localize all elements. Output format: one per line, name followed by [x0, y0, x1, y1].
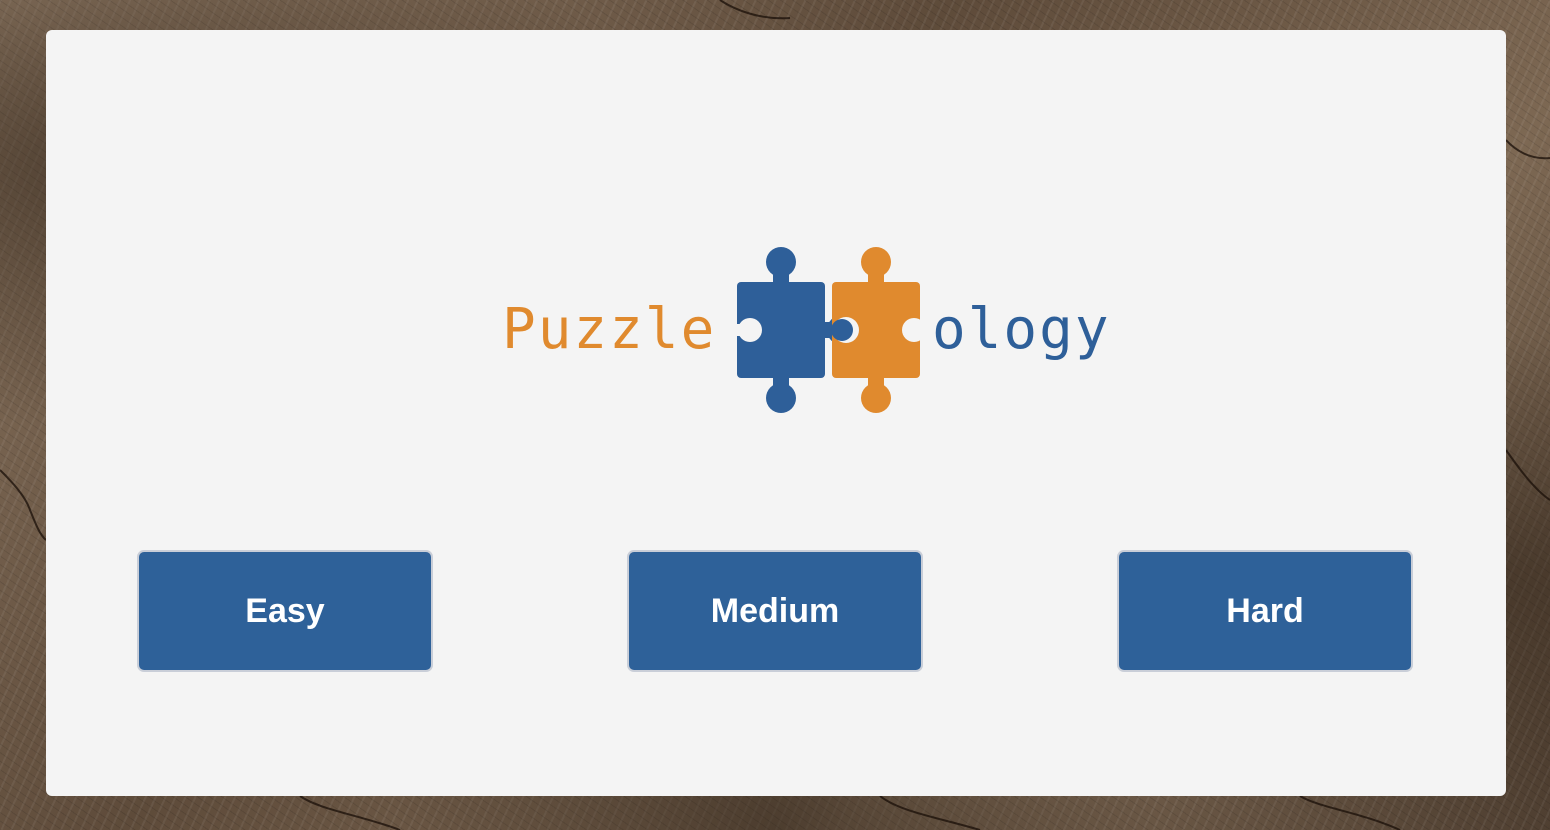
logo-word-puzzle: Puzzle: [502, 297, 717, 362]
jigsaw-pieces-icon: [732, 247, 932, 413]
hard-button[interactable]: Hard: [1117, 550, 1413, 672]
game-start-panel: Puzzle ology Easy Medium Hard: [46, 30, 1506, 796]
puzzleology-logo: Puzzle ology: [502, 242, 1142, 418]
medium-button[interactable]: Medium: [627, 550, 923, 672]
logo-word-ology: ology: [932, 297, 1111, 362]
easy-button[interactable]: Easy: [137, 550, 433, 672]
difficulty-button-group: Easy Medium Hard: [46, 550, 1506, 676]
